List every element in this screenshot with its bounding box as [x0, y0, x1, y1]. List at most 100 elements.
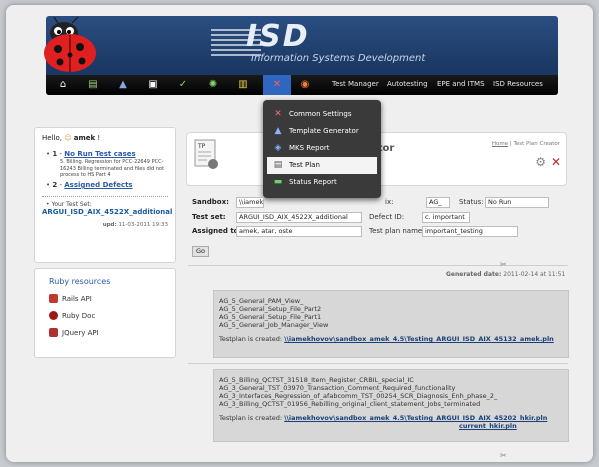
test-set-value[interactable]: ARGUI_ISD_AIX_4522X_additional_	[42, 208, 172, 216]
prefix-select[interactable]: AG_	[426, 197, 450, 208]
ruby-icon	[49, 311, 58, 320]
plan-name-input[interactable]: important_testing	[422, 226, 518, 237]
ruby-doc-link[interactable]: Ruby Doc	[49, 311, 161, 320]
assigned-defects-link[interactable]: Assigned Defects	[64, 181, 132, 189]
greeting-suffix: !	[97, 134, 101, 142]
menu-common-settings[interactable]: ✕ Common Settings	[267, 106, 377, 123]
result-line: AG_5_General_Job_Manager_View	[219, 321, 329, 329]
defect-input[interactable]: c. important	[422, 212, 470, 223]
upd-label: upd:	[102, 222, 117, 228]
result-line: AG_5_General_Setup_File_Part1	[219, 313, 322, 321]
created-label: Testplan is created:	[219, 414, 283, 422]
testplan-link[interactable]: \\iamekhovov\sandbox_amek_4.5\Testing_AR…	[284, 414, 547, 422]
settings-icon[interactable]: ⚙	[535, 155, 546, 169]
jquery-api-link[interactable]: JQuery API	[49, 328, 161, 337]
menu-test-plan-label: Test Plan	[289, 161, 320, 169]
prefix-label: ix:	[385, 198, 394, 206]
testplan-link[interactable]: \\iamekhovov\sandbox_amek_4.5\Testing_AR…	[284, 335, 554, 343]
breadcrumb-home[interactable]: Home	[492, 141, 508, 147]
result-line: AG_5_General_Setup_File_Part2	[219, 305, 322, 313]
menu-mks-report-label: MKS Report	[289, 144, 330, 152]
nav-isd-resources[interactable]: ISD Resources	[493, 80, 543, 88]
jquery-icon	[49, 328, 58, 337]
no-run-link[interactable]: No Run Test cases	[64, 150, 135, 158]
menu-status-report[interactable]: ▬ Status Report	[267, 174, 377, 191]
upd-value: 11-03-2011 19:33	[118, 222, 168, 228]
tools-icon[interactable]: ✕	[551, 155, 561, 169]
go-button[interactable]: Go	[192, 246, 209, 257]
bullet-icon: •	[46, 150, 51, 158]
defect-label: Defect ID:	[369, 213, 405, 221]
assigned-to-label: Assigned to:	[192, 227, 242, 235]
chart-icon[interactable]: ▥	[236, 78, 250, 91]
gear-icon[interactable]: ✺	[206, 78, 220, 91]
username[interactable]: amek	[74, 134, 95, 142]
nav-test-manager[interactable]: Test Manager	[332, 80, 379, 88]
sandbox-input[interactable]: \\iamekh	[236, 197, 264, 208]
check-icon[interactable]: ✓	[176, 78, 190, 91]
print-icon[interactable]: ▣	[146, 78, 160, 91]
ruby-resources-panel: Ruby resources Rails API Ruby Doc JQuery…	[34, 268, 176, 358]
bullet-icon: •	[46, 181, 51, 189]
document-icon[interactable]: ▤	[86, 78, 100, 91]
result-line: AG_3_Billing_QCTST_01956_Rebilling_origi…	[219, 400, 481, 408]
menu-template-generator[interactable]: ▲ Template Generator	[267, 123, 377, 140]
menu-test-plan[interactable]: ▤ Test Plan	[267, 157, 377, 174]
sandbox-label: Sandbox:	[192, 198, 229, 206]
report-icon: ◈	[274, 143, 282, 153]
assigned-dash: -	[59, 181, 63, 189]
bullet-icon: •	[46, 201, 50, 208]
user-panel: Hello, ☺ amek ! • 1 - No Run Test cases …	[34, 127, 176, 263]
jquery-api-label: JQuery API	[62, 328, 99, 337]
assigned-to-input[interactable]: amek, atar, oste	[236, 226, 362, 237]
result-line: AG_3_Interfaces_Regression_of_afabcomm_T…	[219, 392, 498, 400]
no-run-count: 1	[52, 150, 58, 158]
testset-input[interactable]: ARGUI_ISD_AIX_4522X_additional	[236, 212, 362, 223]
browser-frame: ISD Information Systems Development ⌂ ▤ …	[6, 5, 593, 462]
ruby-resources-title: Ruby resources	[49, 277, 111, 286]
flask-icon[interactable]: ▲	[116, 78, 130, 91]
menu-mks-report[interactable]: ◈ MKS Report	[267, 140, 377, 157]
test-plan-small-icon: ▤	[273, 160, 283, 170]
generated-date-value: 2011-02-14 at 11:51	[503, 271, 566, 278]
page: ISD Information Systems Development ⌂ ▤ …	[6, 5, 593, 462]
testplan-link-continued[interactable]: current_hkir.pln	[459, 422, 517, 430]
wrench-icon: ✕	[274, 109, 282, 119]
test-set-label: Your Test Set:	[51, 201, 92, 208]
breadcrumb-current: Test Plan Creator	[513, 141, 560, 147]
tools-icon[interactable]: ✕	[263, 75, 291, 95]
user-icon: ☺	[64, 134, 72, 142]
divider	[188, 265, 568, 266]
divider	[188, 363, 568, 364]
result-line: AG_5_General_PAM_View_	[219, 297, 304, 305]
result-line: AG_5_Billing_QCTST_31518_Item_Register_C…	[219, 376, 414, 384]
nav-autotesting[interactable]: Autotesting	[387, 80, 428, 88]
main-navbar: ⌂ ▤ ▲ ▣ ✓ ✺ ▥ ✕ ◉ Test Manager Autotesti…	[46, 75, 558, 95]
generated-date: Generated date: 2011-02-14 at 11:51	[446, 271, 565, 278]
rails-api-label: Rails API	[62, 294, 92, 303]
status-select[interactable]: No Run	[485, 197, 549, 208]
menu-common-settings-label: Common Settings	[289, 110, 352, 118]
status-icon: ▬	[273, 177, 283, 187]
testset-label: Test set:	[192, 213, 226, 221]
status-label: Status:	[459, 198, 484, 206]
menu-status-report-label: Status Report	[289, 178, 337, 186]
template-icon: ▲	[274, 126, 282, 136]
rails-api-link[interactable]: Rails API	[49, 294, 161, 303]
tools-dropdown-menu: ✕ Common Settings ▲ Template Generator ◈…	[263, 100, 381, 198]
result-block-1: AG_5_General_PAM_View_ AG_5_General_Setu…	[213, 290, 569, 358]
no-run-dash: -	[59, 150, 63, 158]
menu-template-generator-label: Template Generator	[289, 127, 359, 135]
lifebuoy-icon[interactable]: ◉	[298, 78, 312, 91]
scissors-icon: ✂	[500, 260, 507, 269]
no-run-detail[interactable]: 5. Billing. Regression for PCC-22649 PCC…	[60, 159, 168, 179]
home-icon[interactable]: ⌂	[56, 78, 70, 91]
test-plan-icon: TP	[194, 139, 218, 169]
assigned-count: 2	[52, 181, 58, 189]
nav-epe-itms[interactable]: EPE and ITMS	[437, 80, 485, 88]
rails-icon	[49, 294, 58, 303]
plan-name-label: Test plan name:	[369, 227, 425, 235]
result-block-2: AG_5_Billing_QCTST_31518_Item_Register_C…	[213, 369, 569, 442]
svg-text:TP: TP	[197, 143, 206, 150]
site-logo[interactable]: ISD	[246, 19, 310, 54]
